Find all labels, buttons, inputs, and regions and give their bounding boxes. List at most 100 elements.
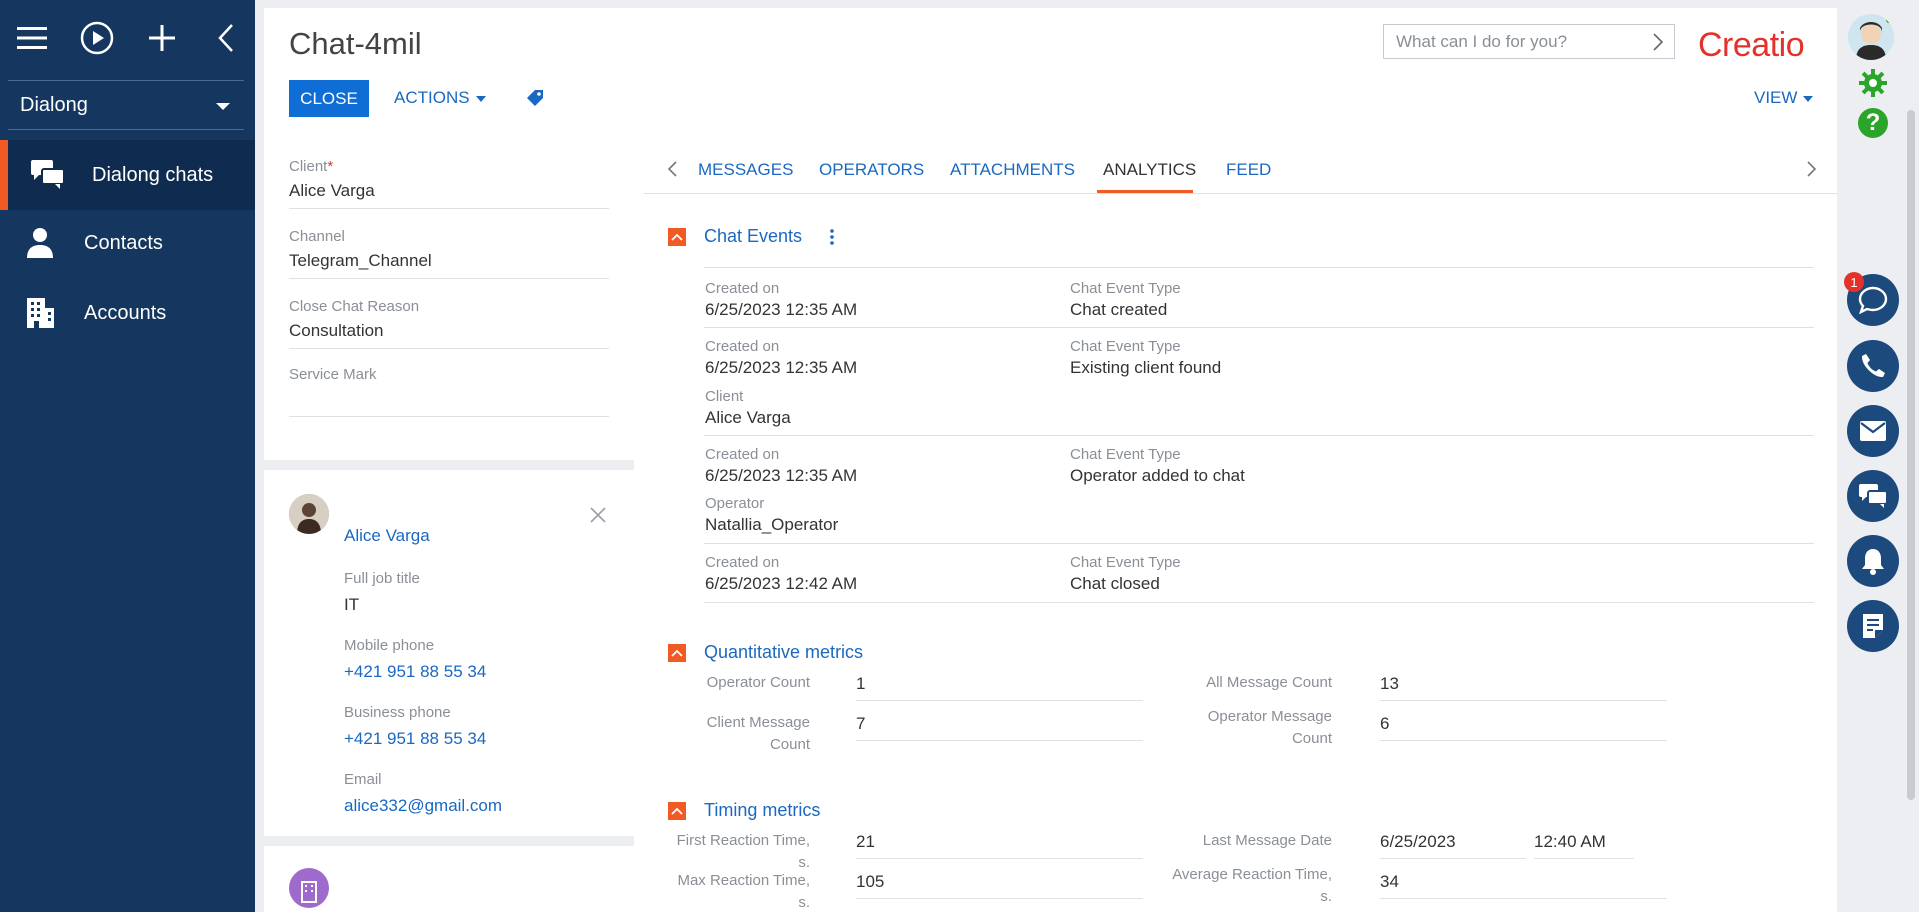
more-options-icon[interactable] <box>828 228 836 246</box>
event-label: Client <box>705 388 744 405</box>
divider <box>704 602 1814 603</box>
workspace-selector[interactable]: Dialong <box>8 80 244 130</box>
active-tab-indicator <box>1097 190 1193 193</box>
chat-events-title[interactable]: Chat Events <box>704 226 802 247</box>
event-type-value: Chat created <box>1070 300 1168 319</box>
field-label: Channel <box>289 228 345 245</box>
tab-analytics[interactable]: ANALYTICS <box>1103 160 1196 180</box>
gear-icon[interactable] <box>1858 68 1888 98</box>
chat-fields-card: Client* Alice Varga Channel Telegram_Cha… <box>264 144 634 460</box>
event-label: Created on <box>705 338 780 355</box>
email-icon[interactable] <box>1847 405 1899 457</box>
scrollbar[interactable] <box>1907 110 1915 800</box>
tab-attachments[interactable]: ATTACHMENTS <box>950 160 1075 180</box>
chat-bubbles-icon <box>30 158 66 192</box>
actions-label: ACTIONS <box>394 88 470 107</box>
client-value[interactable]: Alice Varga <box>289 181 609 209</box>
details-panel: MESSAGES OPERATORS ATTACHMENTS ANALYTICS… <box>644 144 1837 912</box>
sidebar-toolbar <box>0 0 255 78</box>
chevron-right-icon[interactable] <box>1804 160 1818 178</box>
channel-field[interactable]: Channel Telegram_Channel <box>289 228 609 279</box>
chevron-right-icon[interactable] <box>1652 32 1664 57</box>
collapse-timing-icon[interactable] <box>668 802 686 820</box>
help-icon[interactable]: ? <box>1858 108 1888 138</box>
event-label: Chat Event Type <box>1070 554 1181 571</box>
event-label: Created on <box>705 280 780 297</box>
record-page: Chat-4mil CLOSE ACTIONS What can I do fo… <box>264 8 1837 912</box>
account-avatar <box>289 868 329 908</box>
contact-card: Alice Varga Full job title IT Mobile pho… <box>264 470 634 836</box>
user-avatar[interactable] <box>1848 14 1894 60</box>
sidebar-item-accounts[interactable]: Accounts <box>0 278 255 348</box>
bell-icon[interactable] <box>1847 535 1899 587</box>
event-label: Created on <box>705 554 780 571</box>
event-label: Chat Event Type <box>1070 446 1181 463</box>
command-search-input[interactable]: What can I do for you? <box>1383 24 1675 59</box>
client-message-count-label: Client Message Count <box>706 714 810 753</box>
tab-operators[interactable]: OPERATORS <box>819 160 924 180</box>
average-reaction-value[interactable]: 34 <box>1380 872 1667 899</box>
chevron-down-icon <box>1803 95 1814 102</box>
close-button[interactable]: CLOSE <box>289 80 369 117</box>
notes-icon[interactable] <box>1847 600 1899 652</box>
menu-icon[interactable] <box>14 20 50 56</box>
phone-icon[interactable] <box>1847 340 1899 392</box>
event-operator-value: Natallia_Operator <box>705 515 839 534</box>
tab-bar: MESSAGES OPERATORS ATTACHMENTS ANALYTICS… <box>644 144 1837 194</box>
event-created-value: 6/25/2023 12:35 AM <box>705 466 858 485</box>
account-card <box>264 846 634 912</box>
page-title: Chat-4mil <box>289 26 422 61</box>
creatio-logo: Creatio <box>1698 26 1805 64</box>
messages-icon[interactable] <box>1847 470 1899 522</box>
sidebar-item-dialong-chats[interactable]: Dialong chats <box>0 140 255 210</box>
last-message-date-label: Last Message Date <box>1202 832 1332 849</box>
collapse-chevron-icon[interactable] <box>208 20 244 56</box>
client-field[interactable]: Client* Alice Varga <box>289 158 609 209</box>
building-icon <box>22 296 58 330</box>
play-icon[interactable] <box>79 20 115 56</box>
collapse-chat-events-icon[interactable] <box>668 228 686 246</box>
event-label: Operator <box>705 495 765 512</box>
service-mark-value[interactable] <box>289 389 609 417</box>
operator-count-label: Operator Count <box>706 674 810 691</box>
sidebar-item-label: Accounts <box>84 301 167 324</box>
sidebar-item-contacts[interactable]: Contacts <box>0 208 255 278</box>
business-phone-link[interactable]: +421 951 88 55 34 <box>344 729 486 749</box>
avatar <box>289 494 329 534</box>
last-message-time-value[interactable]: 12:40 AM <box>1534 832 1634 859</box>
chevron-down-icon <box>475 95 486 102</box>
all-message-count-label: All Message Count <box>1206 674 1332 691</box>
tab-messages[interactable]: MESSAGES <box>698 160 793 180</box>
email-field: Email alice332@gmail.com <box>344 771 503 816</box>
event-type-value: Operator added to chat <box>1070 466 1245 485</box>
all-message-count-value[interactable]: 13 <box>1380 674 1667 701</box>
event-created-value: 6/25/2023 12:35 AM <box>705 358 858 377</box>
channel-value[interactable]: Telegram_Channel <box>289 251 609 279</box>
contact-name-link[interactable]: Alice Varga <box>344 526 430 546</box>
job-title-value: IT <box>344 595 360 614</box>
event-label: Created on <box>705 446 780 463</box>
email-link[interactable]: alice332@gmail.com <box>344 796 502 816</box>
actions-button[interactable]: ACTIONS <box>394 88 486 108</box>
service-mark-field[interactable]: Service Mark <box>289 366 609 417</box>
tag-icon[interactable] <box>525 88 545 108</box>
chevron-left-icon[interactable] <box>666 160 680 178</box>
quantitative-metrics-title[interactable]: Quantitative metrics <box>704 642 863 663</box>
collapse-quantitative-icon[interactable] <box>668 644 686 662</box>
field-label: Client* <box>289 158 334 175</box>
close-icon[interactable] <box>589 506 607 524</box>
close-chat-reason-field[interactable]: Close Chat Reason Consultation <box>289 298 609 349</box>
add-icon[interactable] <box>144 20 180 56</box>
divider <box>704 435 1814 436</box>
close-chat-reason-value[interactable]: Consultation <box>289 321 609 349</box>
event-created-value: 6/25/2023 12:42 AM <box>705 574 858 593</box>
event-label: Chat Event Type <box>1070 338 1181 355</box>
tab-feed[interactable]: FEED <box>1226 160 1271 180</box>
last-message-date-value[interactable]: 6/25/2023 <box>1380 832 1526 859</box>
timing-metrics-title[interactable]: Timing metrics <box>704 800 820 821</box>
field-label: Service Mark <box>289 366 377 383</box>
operator-message-count-value[interactable]: 6 <box>1380 714 1667 741</box>
divider <box>704 327 1814 328</box>
mobile-phone-link[interactable]: +421 951 88 55 34 <box>344 662 486 682</box>
view-button[interactable]: VIEW <box>1754 88 1814 108</box>
